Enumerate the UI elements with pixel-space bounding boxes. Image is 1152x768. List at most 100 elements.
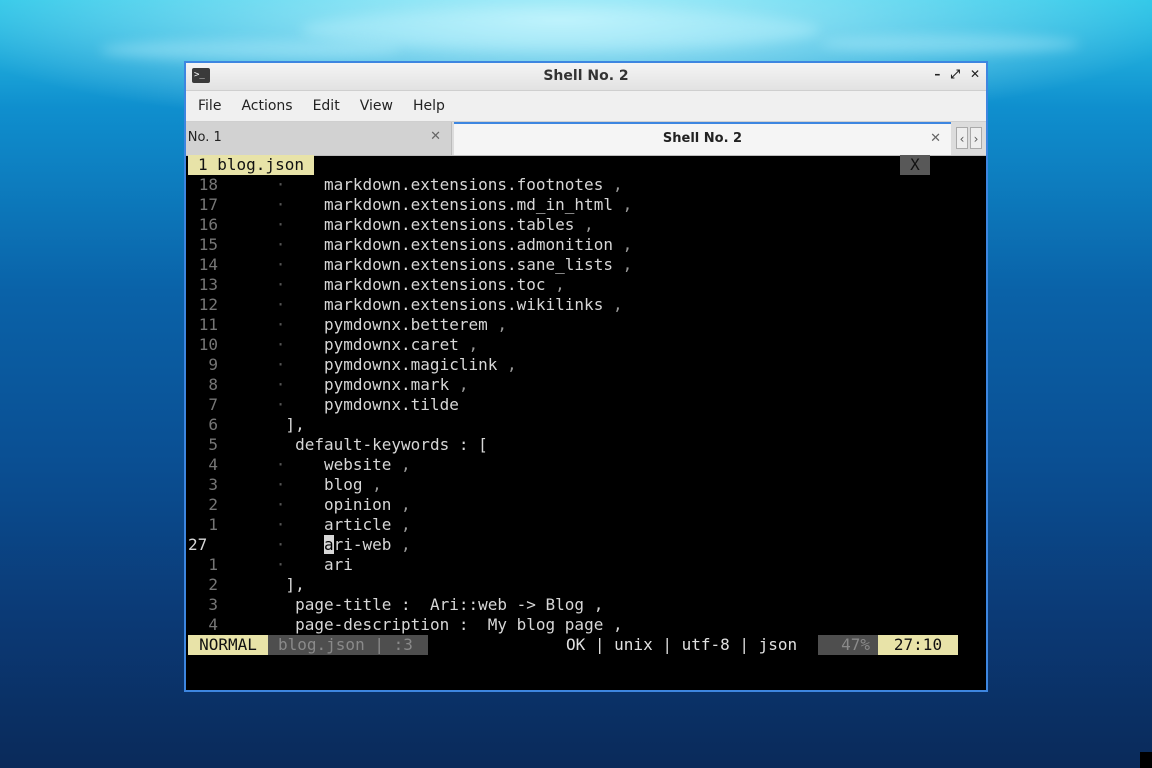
menu-file[interactable]: File: [198, 98, 221, 114]
indent-guide: ·: [275, 215, 286, 234]
tab-shell-1[interactable]: l No. 1 ✕: [186, 122, 452, 155]
code-text: markdown.extensions.footnotes: [323, 175, 604, 194]
indent-guide: ·: [275, 495, 286, 514]
code-text: markdown.extensions.sane_lists: [323, 255, 613, 274]
line-number: 14: [198, 255, 218, 274]
scroll-percent: 47%: [818, 635, 878, 655]
indent-guide: ·: [275, 475, 286, 494]
menu-help[interactable]: Help: [413, 98, 445, 114]
code-text: default-keywords : [: [295, 435, 488, 454]
code-line: 5 default-keywords : [: [188, 435, 958, 455]
line-number: 2: [208, 495, 218, 514]
code-text: markdown.extensions.md_in_html: [323, 195, 613, 214]
line-number: 4: [208, 455, 218, 474]
terminal-window: >_ Shell No. 2 – ⤢ ✕ File Actions Edit V…: [184, 61, 988, 692]
code-punct: ,: [391, 455, 411, 474]
tab-close-icon[interactable]: ✕: [430, 129, 441, 144]
tab-scroll-right-icon[interactable]: ›: [970, 127, 982, 149]
code-punct: ,: [487, 315, 507, 334]
indent-guide: ·: [275, 535, 286, 554]
code-line: 13 · markdown.extensions.toc ,: [188, 275, 958, 295]
indent-guide: ·: [275, 295, 286, 314]
line-number: 1: [208, 515, 218, 534]
code-text: ],: [285, 575, 305, 594]
title-bar[interactable]: >_ Shell No. 2 – ⤢ ✕: [186, 63, 986, 91]
code-punct: ,: [603, 175, 623, 194]
tab-shell-2[interactable]: Shell No. 2 ✕: [454, 122, 951, 155]
code-text: pymdownx.magiclink: [323, 355, 498, 374]
indent-guide: ·: [275, 555, 286, 574]
code-line: 3 · blog ,: [188, 475, 958, 495]
code-punct: ,: [497, 355, 517, 374]
code-line-current: 27 · ari-web ,: [188, 535, 958, 555]
code-text: opinion: [323, 495, 392, 514]
tab-close-icon[interactable]: ✕: [930, 131, 941, 146]
indent-guide: ·: [275, 175, 286, 194]
minimize-icon[interactable]: –: [934, 67, 940, 82]
code-text: ri-web: [333, 535, 392, 554]
indent-guide: ·: [275, 515, 286, 534]
indent-guide: ·: [275, 335, 286, 354]
indent-guide: ·: [275, 255, 286, 274]
indent-guide: ·: [275, 195, 286, 214]
line-number: 1: [208, 555, 218, 574]
tab-scroll-left-icon[interactable]: ‹: [956, 127, 968, 149]
buffer-close-button[interactable]: X: [900, 155, 930, 175]
code-line: 4 page-description : My blog page ,: [188, 615, 958, 635]
file-info: OK | unix | utf-8 | json: [566, 635, 798, 654]
code-punct: ,: [449, 375, 469, 394]
menu-bar: File Actions Edit View Help: [186, 91, 986, 121]
code-lines: 18 · markdown.extensions.footnotes , 17 ·…: [188, 175, 958, 635]
menu-view[interactable]: View: [360, 98, 393, 114]
menu-edit[interactable]: Edit: [313, 98, 340, 114]
file-indicator: blog.json | :3: [268, 635, 428, 655]
code-text: markdown.extensions.wikilinks: [323, 295, 604, 314]
mode-indicator: NORMAL: [188, 635, 268, 655]
code-punct: ,: [612, 235, 633, 254]
line-number: 8: [208, 375, 218, 394]
line-number: 11: [198, 315, 218, 334]
indent-guide: [276, 435, 286, 454]
code-line: 18 · markdown.extensions.footnotes ,: [188, 175, 958, 195]
line-number: 10: [198, 335, 218, 354]
buffer-tab[interactable]: 1 blog.json: [188, 155, 314, 175]
code-text: website: [323, 455, 392, 474]
code-line: 14 · markdown.extensions.sane_lists ,: [188, 255, 958, 275]
code-text: ],: [285, 415, 305, 434]
status-line: NORMAL blog.json | :3 OK | unix | utf-8 …: [188, 635, 958, 655]
code-line: 11 · pymdownx.betterem ,: [188, 315, 958, 335]
code-text: pymdownx.betterem: [323, 315, 488, 334]
code-line: 2 · opinion ,: [188, 495, 958, 515]
code-text: markdown.extensions.toc: [323, 275, 546, 294]
cursor-position: 27:10: [878, 635, 958, 655]
code-line: 1 · article ,: [188, 515, 958, 535]
code-line: 9 · pymdownx.magiclink ,: [188, 355, 958, 375]
line-number: 6: [208, 415, 218, 434]
close-icon[interactable]: ✕: [970, 67, 980, 82]
code-punct: ,: [603, 295, 623, 314]
code-line: 16 · markdown.extensions.tables ,: [188, 215, 958, 235]
line-number: 12: [198, 295, 218, 314]
code-punct: ,: [574, 215, 594, 234]
code-punct: ,: [545, 275, 565, 294]
code-line: 1 · ari: [188, 555, 958, 575]
maximize-icon[interactable]: ⤢: [950, 67, 960, 82]
line-number: 15: [198, 235, 218, 254]
code-line: 3 page-title : Ari::web -> Blog ,: [188, 595, 958, 615]
line-number: 7: [208, 395, 218, 414]
line-number: 2: [208, 575, 218, 594]
terminal-area[interactable]: 1 blog.json X 18 · markdown.extensions.f…: [188, 155, 958, 690]
code-punct: ,: [612, 255, 633, 274]
menu-actions[interactable]: Actions: [241, 98, 292, 114]
buffer-tabline: 1 blog.json X: [188, 155, 958, 175]
code-text: ari: [323, 555, 353, 574]
code-line: 7 · pymdownx.tilde: [188, 395, 958, 415]
code-punct: ,: [612, 195, 633, 214]
line-number: 5: [208, 435, 218, 454]
indent-guide: [276, 595, 286, 614]
indent-guide: ·: [275, 235, 286, 254]
line-number: 3: [208, 475, 218, 494]
code-text: pymdownx.tilde: [323, 395, 459, 414]
text-cursor: a: [323, 535, 334, 554]
tab-bar: l No. 1 ✕ Shell No. 2 ✕ ‹ ›: [186, 121, 986, 156]
